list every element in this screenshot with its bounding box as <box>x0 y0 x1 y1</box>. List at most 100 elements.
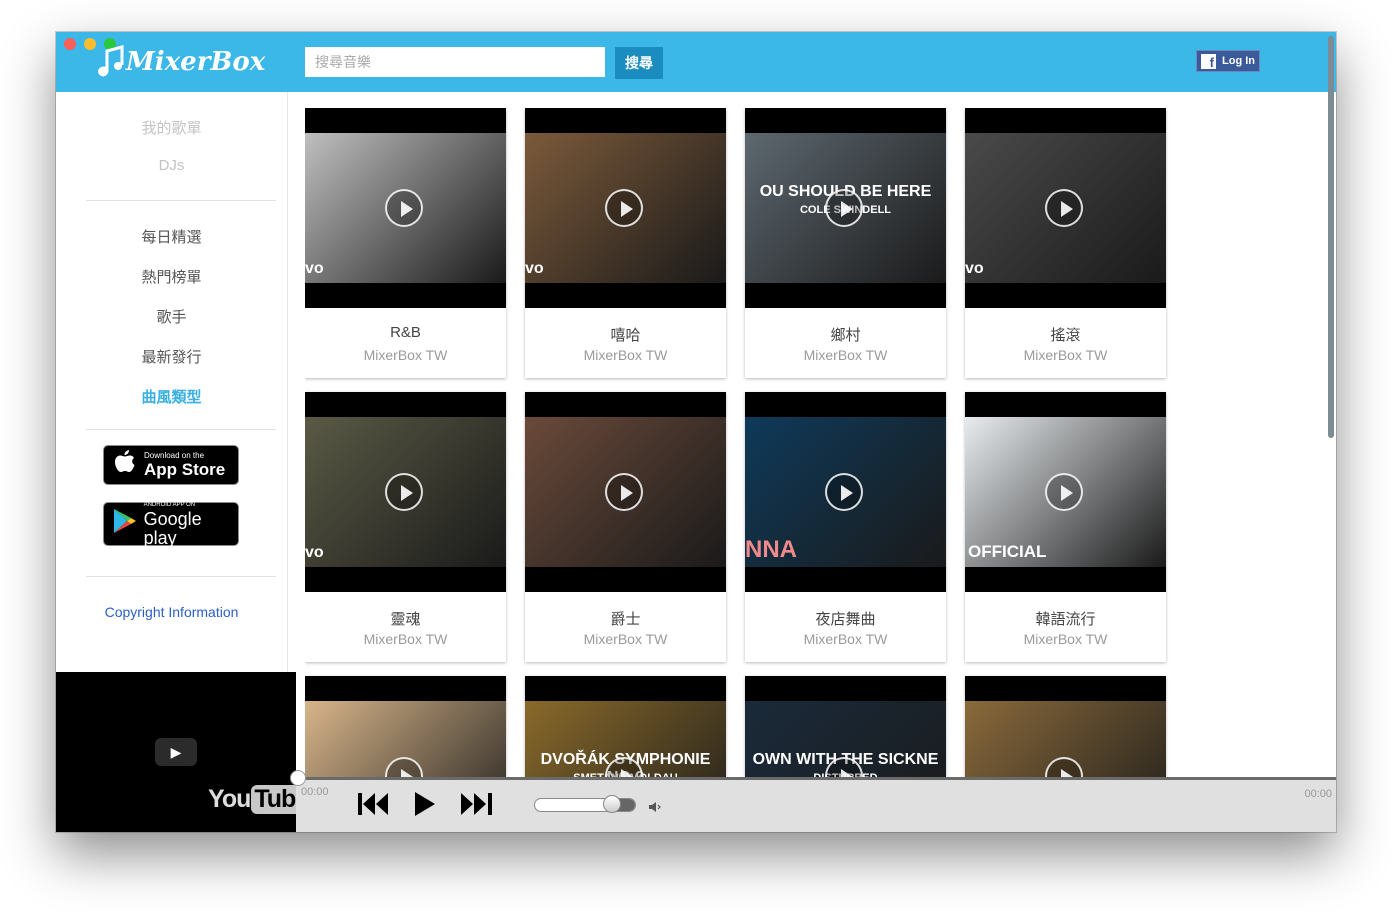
scrollbar-thumb[interactable] <box>1328 36 1334 438</box>
card-thumbnail[interactable]: DVOŘÁK SYMPHONIE NO.9 SMETANA MOLDAU <box>525 676 726 778</box>
app-window: MixerBox 搜尋 f Log In 我的歌單 DJs 每日精選 熱門榜單 … <box>56 32 1336 832</box>
genre-card[interactable]: DVOŘÁK SYMPHONIE NO.9 SMETANA MOLDAU <box>525 676 726 778</box>
search-button[interactable]: 搜尋 <box>615 47 663 79</box>
next-icon[interactable] <box>460 791 494 817</box>
card-subtitle: MixerBox TW <box>803 631 888 647</box>
volume-knob[interactable] <box>602 795 621 813</box>
card-title: 靈魂 <box>390 611 421 628</box>
card-title: 爵士 <box>610 611 641 628</box>
sidebar-divider <box>86 429 276 430</box>
play-circle-icon[interactable] <box>825 473 863 511</box>
card-thumbnail[interactable]: vo <box>305 108 506 308</box>
card-thumbnail[interactable] <box>305 676 506 778</box>
genre-card[interactable]: vo 搖滾 MixerBox TW <box>965 108 1166 378</box>
card-thumbnail[interactable]: OFFICIAL <box>965 392 1166 592</box>
card-thumbnail[interactable]: vo <box>965 108 1166 308</box>
card-thumbnail[interactable]: NNA <box>745 392 946 592</box>
play-circle-icon[interactable] <box>385 189 423 227</box>
sidebar-divider <box>86 200 276 201</box>
card-thumbnail[interactable]: vo <box>305 392 506 592</box>
genre-card[interactable]: 爵士 MixerBox TW <box>525 392 726 662</box>
card-badge: vo <box>525 260 544 277</box>
sidebar-item-genres[interactable]: 曲風類型 <box>56 386 287 407</box>
google-play-badge[interactable]: ANDROID APP ON Google play <box>103 502 239 548</box>
progress-knob[interactable] <box>290 770 306 786</box>
genre-card[interactable] <box>965 676 1166 778</box>
genre-card[interactable]: OFFICIAL 韓語流行 MixerBox TW <box>965 392 1166 662</box>
card-thumbnail[interactable]: OU SHOULD BE HERE COLE SWINDELL <box>745 108 946 308</box>
music-note-icon <box>98 45 124 77</box>
card-subtitle: MixerBox TW <box>1023 631 1108 647</box>
genre-grid: vo R&B MixerBox TW vo 嘻哈 MixerBox TW OU SHOULD… <box>305 108 1185 778</box>
card-subtitle: MixerBox TW <box>583 347 668 363</box>
app-store-small-text: Download on the <box>144 451 205 460</box>
genre-card[interactable]: vo R&B MixerBox TW <box>305 108 506 378</box>
app-store-big-text: App Store <box>144 460 226 479</box>
copyright-link[interactable]: Copyright Information <box>56 604 287 620</box>
top-bar: MixerBox 搜尋 f Log In <box>56 32 1336 92</box>
facebook-login-button[interactable]: f Log In <box>1196 50 1260 72</box>
card-thumbnail[interactable]: vo <box>525 108 726 308</box>
card-title: 鄉村 <box>830 327 861 344</box>
sidebar-item-artists[interactable]: 歌手 <box>56 306 287 327</box>
player-bar: 00:00 00:00 <box>290 770 1336 832</box>
genre-card[interactable]: vo 靈魂 MixerBox TW <box>305 392 506 662</box>
card-title: 夜店舞曲 <box>815 611 876 628</box>
card-title: 韓語流行 <box>1035 611 1096 628</box>
card-badge: vo <box>305 544 324 561</box>
youtube-mini-player[interactable]: ▶ You Tube <box>56 672 312 832</box>
card-subtitle: MixerBox TW <box>363 347 448 363</box>
genre-card[interactable]: NNA 夜店舞曲 MixerBox TW <box>745 392 946 662</box>
play-circle-icon[interactable] <box>605 473 643 511</box>
play-circle-icon[interactable] <box>385 473 423 511</box>
genre-card[interactable] <box>305 676 506 778</box>
speaker-icon[interactable] <box>648 801 662 813</box>
app-store-badge[interactable]: Download on the App Store <box>103 445 239 485</box>
card-thumbnail[interactable] <box>525 392 726 592</box>
elapsed-time: 00:00 <box>301 786 329 798</box>
sidebar: 我的歌單 DJs 每日精選 熱門榜單 歌手 最新發行 曲風類型 Download… <box>56 92 288 672</box>
play-circle-icon[interactable] <box>1045 189 1083 227</box>
total-time: 00:00 <box>1304 788 1332 800</box>
sidebar-item-new-releases[interactable]: 最新發行 <box>56 346 287 367</box>
facebook-icon: f <box>1201 53 1216 69</box>
genre-card[interactable]: OU SHOULD BE HERE COLE SWINDELL 鄉村 MixerBox… <box>745 108 946 378</box>
sidebar-divider <box>86 576 276 577</box>
previous-icon[interactable] <box>357 791 389 817</box>
card-badge: vo <box>965 260 984 277</box>
play-circle-icon[interactable] <box>605 189 643 227</box>
apple-icon <box>112 449 138 481</box>
play-circle-icon[interactable] <box>1045 473 1083 511</box>
play-icon[interactable] <box>414 791 436 817</box>
progress-bar[interactable] <box>290 770 1336 786</box>
card-thumbnail[interactable] <box>965 676 1166 778</box>
sidebar-item-daily-picks[interactable]: 每日精選 <box>56 226 287 247</box>
card-badge: vo <box>305 260 324 277</box>
close-window-button[interactable] <box>64 38 76 50</box>
sidebar-item-djs[interactable]: DJs <box>56 157 287 174</box>
sidebar-item-top-charts[interactable]: 熱門榜單 <box>56 266 287 287</box>
play-circle-icon[interactable] <box>825 189 863 227</box>
sidebar-item-my-playlists[interactable]: 我的歌單 <box>56 117 287 138</box>
card-title: R&B <box>390 324 421 341</box>
card-thumbnail[interactable]: OWN WITH THE SICKNE DISTURBED <box>745 676 946 778</box>
card-overlay-bottom-text: NNA <box>745 536 797 563</box>
search-input[interactable] <box>305 47 605 77</box>
card-badge: OFFICIAL <box>968 542 1047 561</box>
google-play-big-text: Google play <box>143 508 202 548</box>
brand-name: MixerBox <box>126 47 266 77</box>
card-title: 嘻哈 <box>610 327 641 344</box>
card-subtitle: MixerBox TW <box>803 347 888 363</box>
login-label: Log In <box>1222 55 1255 67</box>
google-play-icon <box>112 508 138 541</box>
card-subtitle: MixerBox TW <box>1023 347 1108 363</box>
minimize-window-button[interactable] <box>84 38 96 50</box>
brand-logo[interactable]: MixerBox <box>96 45 265 79</box>
youtube-play-button[interactable]: ▶ <box>155 738 197 766</box>
card-subtitle: MixerBox TW <box>363 631 448 647</box>
card-title: 搖滾 <box>1050 327 1081 344</box>
genre-card[interactable]: vo 嘻哈 MixerBox TW <box>525 108 726 378</box>
youtube-logo-you: You <box>208 785 251 813</box>
card-subtitle: MixerBox TW <box>583 631 668 647</box>
genre-card[interactable]: OWN WITH THE SICKNE DISTURBED <box>745 676 946 778</box>
